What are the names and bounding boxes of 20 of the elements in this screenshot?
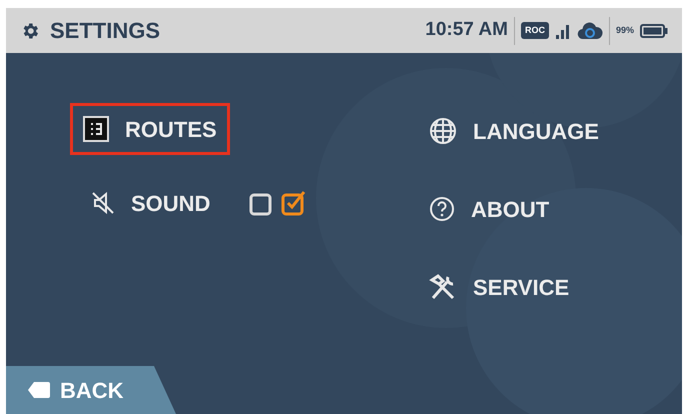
clock-time: 10:57 AM [425,18,508,42]
tag-icon [28,382,50,398]
back-button[interactable]: BACK [6,366,176,414]
routes-icon [83,116,109,142]
signal-icon [554,22,571,38]
battery-percent: 99% [616,24,634,37]
menu-item[interactable]: SOUND [78,177,224,229]
menu-item[interactable]: ABOUT [416,183,562,235]
help-icon [429,196,455,222]
screen-title: SETTINGS [50,17,160,45]
battery-icon [640,24,668,38]
checkbox[interactable] [281,190,308,216]
menu-item[interactable]: LANGUAGE [416,105,612,157]
hammer-wrench-icon [429,274,457,300]
menu-item[interactable]: SERVICE [416,261,582,313]
globe-icon [429,117,457,145]
cloud-sync-icon [576,22,603,40]
menu-item[interactable]: ROUTES [70,103,230,155]
status-badge: ROC [520,22,549,40]
speaker-muted-icon [91,191,115,215]
